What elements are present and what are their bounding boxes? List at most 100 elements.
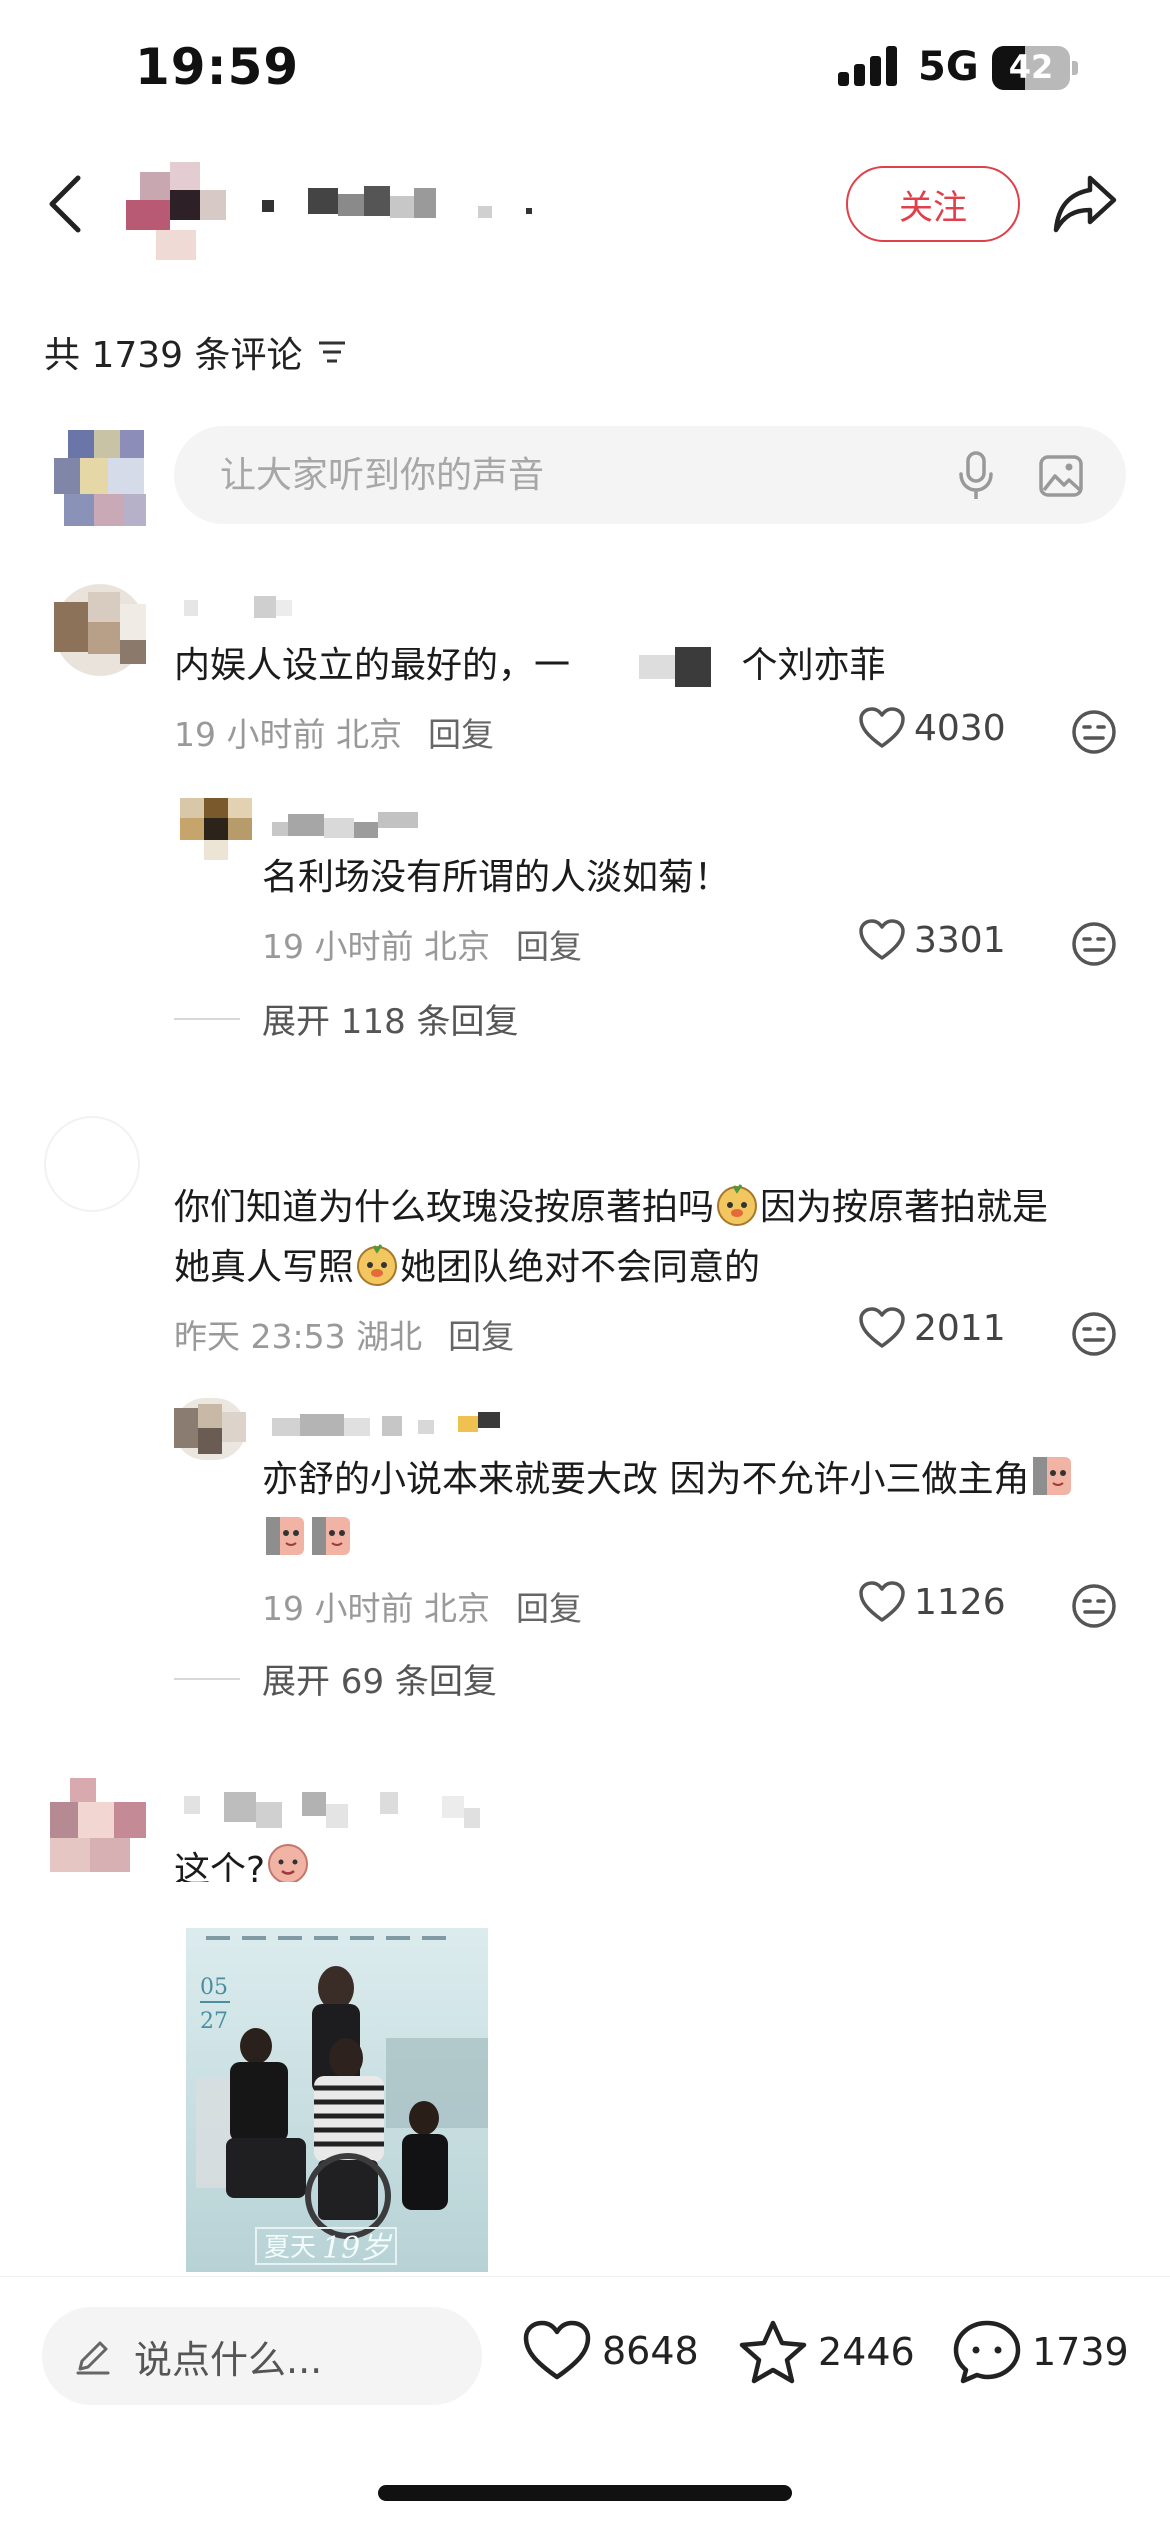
reply-avatar[interactable] — [174, 1398, 246, 1460]
like-button[interactable]: 3301 — [858, 918, 1006, 962]
divider-line — [174, 1677, 240, 1680]
poster-date-month: 05 — [200, 1975, 228, 2000]
reply-button[interactable]: 回复 — [448, 1317, 514, 1356]
back-arrow-icon[interactable] — [42, 172, 90, 236]
peach-emoji-icon — [268, 1844, 309, 1882]
comment-meta: 19 小时前 北京 回复 — [174, 708, 494, 756]
comment-text-part: 她团队绝对不会同意的 — [400, 1247, 761, 1288]
reply-text: 亦舒的小说本来就要大改 因为不允许小三做主角 — [262, 1450, 1122, 1570]
bottom-action-bar: 说点什么... 8648 2446 1739 — [0, 2276, 1170, 2532]
reply-meta: 19 小时前 北京 回复 — [262, 920, 582, 968]
post-header: 关注 — [0, 150, 1170, 260]
comment-time-location: 19 小时前 北京 — [174, 715, 402, 754]
heart-icon — [859, 1581, 905, 1622]
peach-face-emoji-icon — [1033, 1457, 1072, 1495]
battery-level: 42 — [1008, 48, 1054, 86]
comment-text: 内娱人设立的最好的，一 个刘亦菲 — [174, 636, 1074, 696]
reply-time-location: 19 小时前 北京 — [262, 927, 490, 966]
home-indicator — [378, 2485, 792, 2501]
reply-author-name[interactable] — [272, 812, 422, 840]
post-favorite-button[interactable]: 2446 — [738, 2319, 915, 2385]
share-icon[interactable] — [1052, 172, 1118, 234]
author-name[interactable] — [262, 180, 542, 230]
comment-text-part: 她真人写照 — [174, 1247, 355, 1288]
comment-text: 这个? — [174, 1836, 311, 1882]
divider-line — [174, 1017, 240, 1020]
comment-meta: 昨天 23:53 湖北 回复 — [174, 1310, 514, 1358]
reply-text: 名利场没有所谓的人淡如菊！ — [262, 857, 731, 898]
comment-bubble-icon — [953, 2320, 1021, 2384]
peach-face-emoji-icon — [266, 1517, 304, 1555]
comment-text-part: 这个? — [174, 1850, 266, 1882]
reply-author-name[interactable] — [272, 1410, 512, 1438]
commenter-avatar[interactable] — [44, 1116, 140, 1212]
emoji-reaction-icon[interactable] — [1070, 1310, 1118, 1358]
network-label: 5G — [918, 44, 979, 90]
poster-date-day: 27 — [200, 2009, 228, 2034]
author-avatar[interactable] — [126, 162, 238, 260]
post-like-count: 8648 — [602, 2329, 699, 2373]
star-icon — [739, 2320, 807, 2384]
commenter-name[interactable] — [184, 596, 294, 622]
redacted-text — [639, 647, 712, 687]
reply-button[interactable]: 回复 — [428, 715, 494, 754]
post-comment-button[interactable]: 1739 — [952, 2319, 1129, 2385]
comment-text-part: 你们知道为什么玫瑰没按原著拍吗 — [174, 1187, 715, 1228]
reply-button[interactable]: 回复 — [516, 927, 582, 966]
comment-count: 共 1739 条评论 — [44, 326, 347, 378]
say-something-placeholder: 说点什么... — [134, 2337, 323, 2382]
emoji-reaction-icon[interactable] — [1070, 708, 1118, 756]
comment-text-part: 因为按原著拍就是 — [760, 1187, 1049, 1228]
commenter-name[interactable] — [184, 1792, 494, 1830]
comment-input-box[interactable] — [174, 426, 1126, 524]
chick-emoji-icon — [357, 1244, 398, 1286]
emoji-reaction-icon[interactable] — [1070, 920, 1118, 968]
poster-title-part1: 夏天 — [264, 2233, 316, 2263]
peach-face-emoji-icon — [312, 1517, 350, 1555]
like-button[interactable]: 2011 — [858, 1306, 1006, 1350]
say-something-input[interactable]: 说点什么... — [42, 2307, 482, 2405]
status-bar: 19:59 5G 42 — [0, 0, 1170, 140]
reply-avatar[interactable] — [180, 798, 252, 860]
status-time: 19:59 — [135, 38, 300, 96]
my-avatar — [54, 430, 146, 526]
comment-count-label: 共 1739 条评论 — [44, 335, 303, 376]
heart-icon — [859, 1307, 905, 1348]
commenter-avatar[interactable] — [50, 1778, 146, 1872]
battery-icon: 42 — [992, 46, 1078, 90]
comment-text-part: 内娱人设立的最好的，一 — [174, 645, 571, 686]
like-count: 2011 — [914, 1307, 1006, 1349]
pen-icon — [76, 2341, 110, 2375]
like-count: 4030 — [914, 707, 1006, 749]
comment-input[interactable] — [220, 450, 920, 500]
comment-time-location: 昨天 23:53 湖北 — [174, 1317, 423, 1356]
post-favorite-count: 2446 — [818, 2330, 915, 2374]
heart-icon — [523, 2320, 591, 2380]
emoji-reaction-icon[interactable] — [1070, 1582, 1118, 1630]
image-upload-icon[interactable] — [1038, 454, 1084, 498]
comment-text-part: 个刘亦菲 — [741, 645, 886, 686]
comment-text: 你们知道为什么玫瑰没按原著拍吗 因为按原著拍就是 她真人写照 她团队绝对不会同意的 — [174, 1178, 1124, 1298]
like-button[interactable]: 1126 — [858, 1580, 1006, 1624]
commenter-avatar[interactable] — [54, 584, 146, 676]
follow-button[interactable]: 关注 — [846, 166, 1020, 242]
reply-text-part: 亦舒的小说本来就要大改 因为不允许小三做主角 — [262, 1459, 1030, 1500]
microphone-icon[interactable] — [956, 450, 996, 502]
chick-emoji-icon — [717, 1184, 758, 1226]
sort-icon[interactable] — [317, 340, 347, 364]
reply-button[interactable]: 回复 — [516, 1589, 582, 1628]
expand-replies-label: 展开 118 条回复 — [262, 1002, 519, 1042]
heart-icon — [859, 707, 905, 748]
signal-icon — [838, 46, 902, 86]
poster-title-part2: 19岁 — [322, 2231, 393, 2266]
expand-replies-button[interactable]: 展开 69 条回复 — [174, 1654, 497, 1703]
post-like-button[interactable]: 8648 — [522, 2319, 699, 2383]
attached-image-thumbnail[interactable]: 05 27 夏天 19岁 — [186, 1928, 488, 2272]
post-comment-count: 1739 — [1032, 2330, 1129, 2374]
like-button[interactable]: 4030 — [858, 706, 1006, 750]
like-count: 1126 — [914, 1581, 1006, 1623]
expand-replies-button[interactable]: 展开 118 条回复 — [174, 994, 519, 1043]
heart-icon — [859, 919, 905, 960]
expand-replies-label: 展开 69 条回复 — [262, 1662, 497, 1702]
reply-time-location: 19 小时前 北京 — [262, 1589, 490, 1628]
